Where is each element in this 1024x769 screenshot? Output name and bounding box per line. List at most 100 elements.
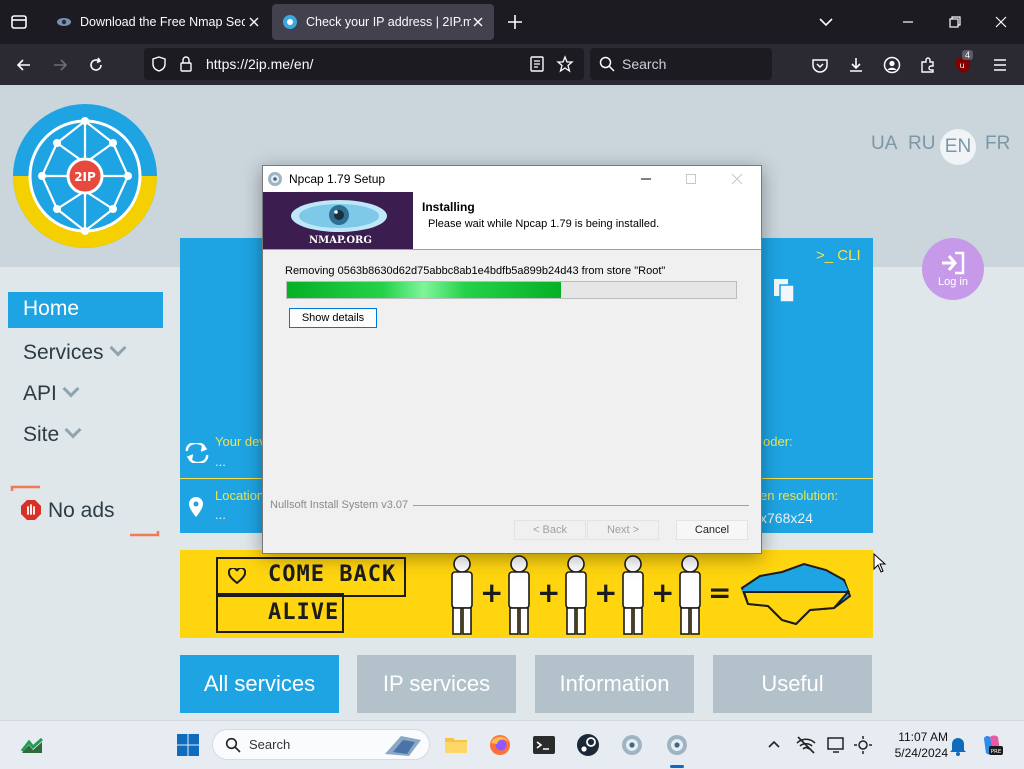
downloads-icon[interactable] — [846, 55, 866, 75]
firefox-icon[interactable] — [488, 733, 512, 757]
tab-ip-services[interactable]: IP services — [357, 655, 516, 713]
pocket-icon[interactable] — [810, 55, 830, 75]
close-icon — [731, 173, 743, 185]
location-pin-icon — [189, 497, 203, 517]
sidebar-item-label: Site — [23, 423, 60, 446]
taskbar-search[interactable]: Search — [212, 729, 430, 760]
back-arrow-icon[interactable] — [14, 55, 34, 75]
extensions-puzzle-icon[interactable] — [918, 55, 938, 75]
screen-resolution-label: en resolution: — [760, 488, 839, 503]
lang-fr[interactable]: FR — [985, 133, 1010, 155]
reload-icon[interactable] — [86, 55, 106, 75]
svg-text:u: u — [960, 61, 965, 70]
taskbar-clock[interactable]: 11:07 AM 5/24/2024 — [880, 729, 948, 761]
2ip-logo[interactable]: 2IP — [12, 103, 158, 249]
tab-2ip[interactable]: Check your IP address | 2IP.me — [272, 4, 494, 40]
minimize-icon[interactable] — [639, 172, 653, 186]
sidebar-item-label: API — [23, 382, 57, 405]
address-bar[interactable]: https://2ip.me/en/ — [144, 48, 584, 80]
cli-link[interactable]: >_ CLI — [816, 247, 861, 264]
sidebar-item-site[interactable]: Site — [23, 421, 82, 447]
login-label: Log in — [938, 276, 968, 288]
dialog-title-bar[interactable]: Npcap 1.79 Setup — [263, 166, 761, 192]
minimize-window-icon[interactable] — [898, 12, 918, 32]
close-window-icon[interactable] — [991, 12, 1011, 32]
hamburger-menu-icon[interactable] — [990, 55, 1010, 75]
copilot-icon[interactable]: PRE — [980, 733, 1004, 757]
svg-text:2IP: 2IP — [74, 170, 96, 184]
reader-view-icon[interactable] — [528, 55, 546, 73]
browser-tab-bar: Download the Free Nmap Security Scanner … — [0, 0, 1024, 44]
display-icon[interactable] — [825, 733, 849, 757]
dialog-title: Npcap 1.79 Setup — [289, 172, 386, 186]
search-placeholder: Search — [622, 56, 667, 72]
tab-useful[interactable]: Useful — [713, 655, 872, 713]
no-ads-label: No ads — [48, 499, 115, 522]
terminal-icon[interactable] — [532, 733, 556, 757]
windows-start-icon[interactable] — [176, 733, 200, 757]
browser-nav-bar: https://2ip.me/en/ Search u 4 — [0, 44, 1024, 85]
lang-en[interactable]: EN — [940, 129, 976, 165]
tab-nmap[interactable]: Download the Free Nmap Security Scanner — [46, 4, 270, 40]
search-icon — [225, 737, 241, 753]
svg-text:+: + — [651, 576, 674, 609]
network-disconnected-icon[interactable] — [794, 733, 818, 757]
shield-icon[interactable] — [150, 55, 168, 73]
sidebar-item-label: Services — [23, 341, 104, 364]
maximize-icon — [686, 174, 696, 184]
close-tab-icon[interactable] — [246, 14, 262, 30]
come-back-alive-banner[interactable]: COME BACK ALIVE + + + + = — [180, 550, 873, 638]
no-ads-link[interactable]: No ads — [10, 485, 160, 537]
tab-all-services[interactable]: All services — [180, 655, 339, 713]
forward-arrow-icon[interactable] — [50, 55, 70, 75]
tab-information[interactable]: Information — [535, 655, 694, 713]
new-tab-icon[interactable] — [506, 13, 524, 31]
npcap-setup-taskbar-icon[interactable] — [665, 733, 689, 757]
install-status-text: Removing 0563b8630d62d75abbc8ab1e4bdfb5a… — [285, 265, 666, 277]
browser-search-box[interactable]: Search — [590, 48, 772, 80]
svg-text:+: + — [594, 576, 617, 609]
device-value: ... — [215, 454, 226, 469]
restore-window-icon[interactable] — [945, 12, 965, 32]
npcap-setup-dialog: Npcap 1.79 Setup NMAP.ORG Installing Ple… — [262, 165, 762, 554]
file-explorer-icon[interactable] — [444, 733, 468, 757]
soldiers-equals-ukraine-illustration: + + + + = — [451, 555, 852, 635]
lang-ru[interactable]: RU — [908, 133, 935, 155]
location-value: ... — [215, 507, 226, 522]
sidebar-item-services[interactable]: Services — [23, 339, 127, 365]
account-icon[interactable] — [882, 55, 902, 75]
cancel-button[interactable]: Cancel — [676, 520, 748, 540]
show-hidden-icons-chevron[interactable] — [762, 733, 786, 757]
notification-bell-icon[interactable] — [946, 733, 970, 757]
clock-date: 5/24/2024 — [894, 746, 948, 760]
bookmark-star-icon[interactable] — [556, 55, 574, 73]
settings-sync-icon[interactable] — [851, 733, 875, 757]
steam-icon[interactable] — [576, 733, 600, 757]
refresh-icon[interactable] — [184, 443, 210, 463]
location-label: Location — [215, 488, 265, 503]
copy-icon[interactable] — [770, 276, 798, 304]
lang-ua[interactable]: UA — [871, 133, 897, 155]
back-button: < Back — [514, 520, 586, 540]
chevron-down-icon — [62, 380, 80, 398]
sidebar-item-api[interactable]: API — [23, 380, 80, 406]
nmap-org-text: NMAP.ORG — [309, 235, 372, 246]
screen-resolution-value: x768x24 — [760, 510, 813, 526]
progress-fill — [287, 282, 561, 298]
svg-text:+: + — [480, 576, 503, 609]
stocks-widget-icon[interactable] — [20, 733, 44, 757]
sidebar-item-home[interactable]: Home — [8, 292, 163, 328]
close-tab-icon[interactable] — [470, 14, 486, 30]
lock-icon[interactable] — [178, 55, 194, 73]
installer-taskbar-icon[interactable] — [620, 733, 644, 757]
list-all-tabs-chevron-icon[interactable] — [816, 12, 836, 32]
nmap-eye-icon — [57, 18, 71, 26]
banner-line2: ALIVE — [268, 600, 340, 625]
installer-app-icon — [268, 172, 282, 186]
nullsoft-footer-text: Nullsoft Install System v3.07 — [270, 499, 409, 511]
login-button[interactable]: Log in — [922, 238, 984, 300]
stop-hand-icon — [21, 500, 41, 520]
show-details-button[interactable]: Show details — [289, 308, 377, 328]
chevron-down-icon — [64, 421, 82, 439]
tab-list-icon[interactable] — [6, 9, 32, 35]
